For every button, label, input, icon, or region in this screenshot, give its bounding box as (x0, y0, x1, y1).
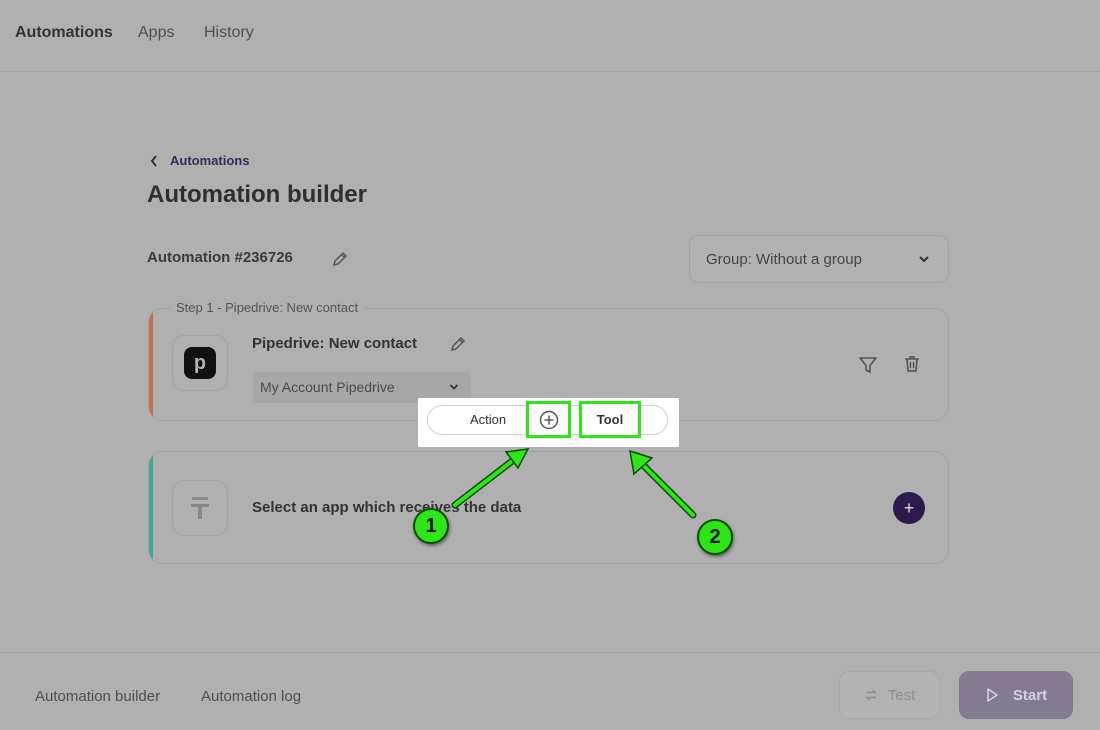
play-icon (987, 688, 998, 702)
annotation-arrows (451, 448, 697, 519)
tab-automation-builder[interactable]: Automation builder (35, 688, 160, 705)
tab-automation-log[interactable]: Automation log (201, 688, 301, 705)
annotation-badge-2: 2 (697, 519, 733, 555)
annotation-badge-1: 1 (413, 508, 449, 544)
swap-icon (864, 689, 877, 701)
start-button[interactable]: Start (959, 671, 1073, 719)
start-button-label: Start (1012, 686, 1048, 704)
test-button[interactable]: Test (839, 671, 940, 719)
bottom-bar: Automation builder Automation log Test S… (0, 652, 1100, 730)
test-button-label: Test (887, 686, 916, 704)
arrow-1 (451, 448, 530, 509)
arrow-2 (629, 449, 697, 519)
